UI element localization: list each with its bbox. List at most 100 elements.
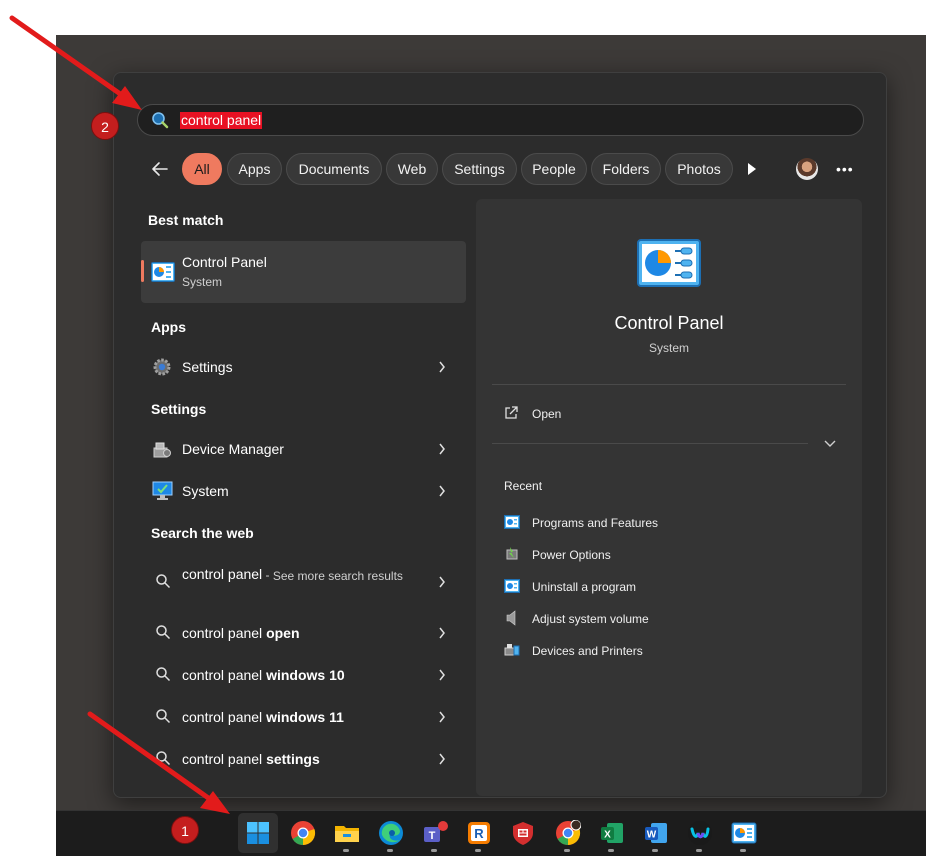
filter-chip-apps[interactable]: Apps: [227, 153, 282, 185]
web-result-see-more[interactable]: control panel - See more search results: [182, 566, 463, 586]
chrome-profile-icon[interactable]: [555, 820, 581, 846]
search-icon: [156, 709, 171, 724]
chevron-right-icon[interactable]: [438, 576, 446, 588]
divider: [492, 443, 808, 444]
control-panel-taskbar-icon[interactable]: [731, 820, 757, 846]
web-result-prefix: control panel: [182, 667, 267, 683]
running-indicator: [475, 849, 481, 852]
settings-heading: Settings: [151, 401, 207, 417]
open-action[interactable]: Open: [532, 407, 561, 421]
chevron-right-icon[interactable]: [438, 443, 446, 455]
open-external-icon: [505, 406, 518, 419]
user-avatar[interactable]: [796, 158, 818, 180]
filter-chip-all[interactable]: All: [182, 153, 222, 185]
preview-pane: [476, 199, 862, 796]
chevron-right-icon[interactable]: [438, 753, 446, 765]
running-indicator: [431, 849, 437, 852]
web-result-windows-11[interactable]: control panel windows 11: [182, 709, 344, 725]
web-result-open[interactable]: control panel open: [182, 625, 300, 641]
settings-gear-icon: [153, 358, 171, 376]
windows-start-icon[interactable]: [245, 820, 271, 846]
web-result-settings[interactable]: control panel settings: [182, 751, 320, 767]
svg-text:T: T: [429, 830, 436, 842]
control-panel-icon: [151, 262, 175, 282]
filter-chip-web[interactable]: Web: [386, 153, 438, 185]
preview-subtitle: System: [648, 341, 689, 355]
running-indicator: [387, 849, 393, 852]
running-indicator: [608, 849, 614, 852]
best-match-title: Control Panel: [182, 254, 267, 270]
recent-item-devices-printers[interactable]: Devices and Printers: [532, 644, 643, 658]
chevron-right-icon[interactable]: [438, 485, 446, 497]
system-monitor-icon: [152, 481, 173, 500]
web-result-prefix: control panel: [182, 625, 267, 641]
running-indicator: [740, 849, 746, 852]
device-manager-icon: [153, 442, 171, 458]
preview-title: Control Panel: [614, 313, 724, 333]
filter-chip-people[interactable]: People: [521, 153, 587, 185]
programs-features-icon: [504, 515, 520, 529]
apps-heading: Apps: [151, 319, 186, 335]
teams-icon[interactable]: T: [422, 820, 448, 846]
file-explorer-icon[interactable]: [334, 820, 360, 846]
speaker-volume-icon: [506, 610, 516, 626]
chevron-right-icon[interactable]: [438, 711, 446, 723]
chevron-right-icon[interactable]: [438, 627, 446, 639]
best-match-subtitle: System: [182, 275, 223, 289]
best-match-heading: Best match: [148, 212, 224, 228]
recent-item-programs-features[interactable]: Programs and Features: [532, 516, 658, 530]
more-filters-play-icon[interactable]: [747, 162, 757, 176]
search-icon: [156, 751, 171, 766]
filter-chip-folders[interactable]: Folders: [591, 153, 661, 185]
word-icon[interactable]: W: [643, 820, 669, 846]
best-match-item[interactable]: [141, 241, 466, 303]
remote-icon[interactable]: R: [466, 820, 492, 846]
webex-icon[interactable]: [687, 820, 713, 846]
control-panel-large-icon: [637, 239, 701, 287]
power-options-icon: [506, 547, 518, 560]
filter-chip-documents[interactable]: Documents: [286, 153, 382, 185]
chevron-right-icon[interactable]: [438, 669, 446, 681]
more-options-icon[interactable]: •••: [836, 162, 854, 176]
search-icon: [156, 625, 171, 640]
web-result-bold: open: [266, 625, 300, 641]
web-result-bold: windows 10: [266, 667, 345, 683]
step-badge-1: 1: [171, 816, 199, 844]
chevron-right-icon[interactable]: [438, 361, 446, 373]
uninstall-program-icon: [504, 579, 520, 593]
search-icon: [156, 667, 171, 682]
running-indicator: [696, 849, 702, 852]
recent-item-power-options[interactable]: Power Options: [532, 548, 611, 562]
web-result-query: control panel: [182, 566, 263, 582]
search-icon: [152, 112, 169, 129]
web-result-bold: windows 11: [266, 709, 344, 725]
search-input[interactable]: control panel: [180, 112, 263, 129]
svg-text:W: W: [647, 830, 657, 841]
filter-chip-settings[interactable]: Settings: [442, 153, 517, 185]
filter-chip-photos[interactable]: Photos: [665, 153, 733, 185]
excel-icon[interactable]: X: [599, 820, 625, 846]
settings-result-device-manager[interactable]: Device Manager: [182, 441, 284, 457]
recent-item-adjust-volume[interactable]: Adjust system volume: [532, 612, 649, 626]
running-indicator: [652, 849, 658, 852]
shield-app-icon[interactable]: [510, 820, 536, 846]
back-arrow-icon[interactable]: [150, 159, 170, 179]
devices-printers-icon: [504, 644, 520, 656]
app-result-settings[interactable]: Settings: [182, 359, 233, 375]
search-web-heading: Search the web: [151, 525, 254, 541]
running-indicator: [343, 849, 349, 852]
settings-result-system[interactable]: System: [182, 483, 229, 499]
selection-accent: [141, 260, 144, 282]
divider: [492, 384, 846, 385]
chrome-icon[interactable]: [290, 820, 316, 846]
recent-item-uninstall[interactable]: Uninstall a program: [532, 580, 636, 594]
svg-text:R: R: [474, 826, 484, 841]
edge-icon[interactable]: [378, 820, 404, 846]
svg-text:X: X: [604, 830, 611, 841]
recent-heading: Recent: [504, 479, 543, 493]
web-result-windows-10[interactable]: control panel windows 10: [182, 667, 345, 683]
running-indicator: [564, 849, 570, 852]
search-icon: [156, 574, 171, 589]
chevron-down-icon[interactable]: [824, 438, 836, 448]
web-result-bold: settings: [266, 751, 320, 767]
